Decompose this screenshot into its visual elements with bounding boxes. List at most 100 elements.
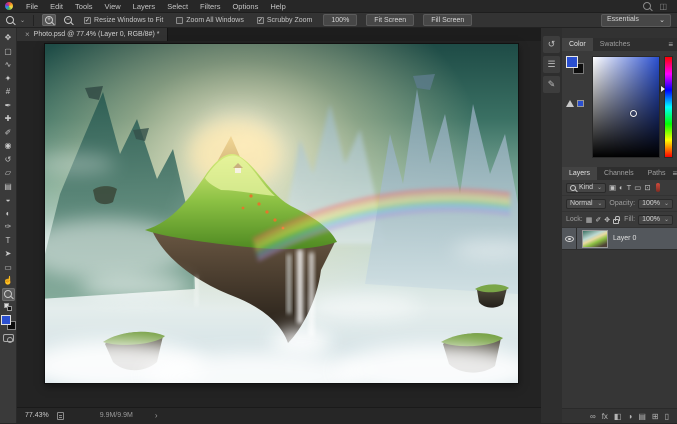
filter-shape-layers-icon[interactable]: ▭ [634,183,641,192]
blur-tool[interactable]: ◒ [2,193,15,207]
zoom-in-button[interactable]: + [42,14,56,26]
delete-layer-icon[interactable]: ▯ [665,409,669,424]
checkbox-box[interactable] [257,17,264,24]
tab-channels[interactable]: Channels [597,167,641,180]
chevron-down-icon: ⌄ [664,216,669,223]
workspace-switcher[interactable]: Essentials ⌄ [601,14,671,27]
status-options-arrow-icon[interactable]: › [155,411,158,420]
checkbox-label: Resize Windows to Fit [94,17,163,24]
foreground-color-swatch[interactable] [1,315,11,325]
type-tool[interactable]: T [2,234,15,248]
add-layer-mask-icon[interactable]: ◧ [614,409,622,424]
eyedropper-tool[interactable]: ✒ [2,99,15,113]
filter-pixel-layers-icon[interactable]: ▣ [609,183,616,192]
panel-menu-icon[interactable]: ≡ [668,38,677,51]
tab-swatches[interactable]: Swatches [593,38,637,51]
zoom-level-field[interactable]: 77.43% [25,412,49,419]
fit-screen-button[interactable]: Fit Screen [366,14,414,26]
panel-menu-icon[interactable]: ≡ [673,167,677,180]
tab-color[interactable]: Color [562,38,593,51]
quick-selection-tool[interactable]: ✦ [2,72,15,86]
new-layer-icon[interactable]: ⊞ [652,409,659,424]
eraser-tool[interactable]: ▱ [2,166,15,180]
menu-layers[interactable]: Layers [127,0,162,13]
clone-stamp-tool[interactable]: ◉ [2,139,15,153]
visibility-toggle[interactable] [562,228,577,250]
filter-kind-select[interactable]: Kind ⌄ [566,183,606,193]
layer-row[interactable]: Layer 0 [562,228,677,250]
layers-panel-tabs: Layers Channels Paths ≡ [562,167,677,180]
opacity-select[interactable]: 100% ⌄ [638,199,673,209]
tab-layers[interactable]: Layers [562,167,597,180]
menu-options[interactable]: Options [226,0,264,13]
checkbox-box[interactable] [84,17,91,24]
fill-select[interactable]: 100% ⌄ [638,215,673,225]
resize-windows-to-fit-checkbox[interactable]: Resize Windows to Fit [84,17,163,24]
path-selection-tool[interactable]: ➤ [2,247,15,261]
new-group-icon[interactable]: ▤ [638,409,646,424]
lock-pixels-icon[interactable]: ✐ [595,216,601,224]
filter-type-layers-icon[interactable]: T [627,183,632,192]
layer-effects-icon[interactable]: fx [602,409,608,424]
gradient-tool[interactable]: ▤ [2,180,15,194]
hand-tool[interactable]: ☝ [2,274,15,288]
color-picker-cursor[interactable] [630,110,637,117]
lock-row: Lock: ▦ ✐ ✥ Fill: 100% ⌄ [562,212,677,228]
filter-adjustment-layers-icon[interactable]: ◐ [619,183,624,192]
blend-mode-select[interactable]: Normal ⌄ [566,199,606,209]
move-tool[interactable]: ✥ [2,31,15,45]
zoom-out-button[interactable]: − [61,14,75,26]
web-safe-color-icon[interactable] [577,100,584,107]
zoom-100-button[interactable]: 100% [323,14,357,26]
crop-tool[interactable]: # [2,85,15,99]
brush-tool[interactable]: ✐ [2,126,15,140]
filter-smart-objects-icon[interactable]: ⊡ [644,183,650,192]
color-picker-field[interactable] [592,56,660,158]
search-icon[interactable] [643,2,651,10]
layer-thumbnail[interactable] [582,230,608,248]
history-panel-icon[interactable]: ↺ [543,36,560,53]
new-adjustment-layer-icon[interactable]: ◑ [627,409,632,424]
menu-file[interactable]: File [20,0,44,13]
hue-slider-marker[interactable] [661,86,665,92]
healing-brush-tool[interactable]: ✚ [2,112,15,126]
properties-panel-icon[interactable]: ☰ [543,56,560,73]
filter-pin-toggle[interactable] [656,183,660,192]
lock-all-icon[interactable] [613,219,619,224]
menu-view[interactable]: View [99,0,127,13]
rectangular-marquee-tool[interactable]: ▢ [2,45,15,59]
menu-edit[interactable]: Edit [44,0,69,13]
menu-tools[interactable]: Tools [69,0,99,13]
lock-position-icon[interactable]: ✥ [604,216,610,224]
quick-mask-icon[interactable] [3,334,14,342]
gamut-warning-icon[interactable] [566,100,574,107]
rectangle-tool[interactable]: ▭ [2,261,15,275]
foreground-color-swatch[interactable] [566,56,578,68]
menu-select[interactable]: Select [161,0,194,13]
menu-help[interactable]: Help [264,0,291,13]
dodge-tool[interactable]: ◐ [2,207,15,221]
link-layers-icon[interactable]: ∞ [590,409,596,424]
document-tab[interactable]: × Photo.psd @ 77.4% (Layer 0, RGB/8#) * [17,28,168,41]
menu-filters[interactable]: Filters [194,0,226,13]
pen-tool[interactable]: ✑ [2,220,15,234]
tool-preset-caret-icon[interactable]: ⌄ [20,17,25,24]
hue-slider[interactable] [664,56,673,158]
default-colors-icon[interactable] [4,303,12,311]
libraries-panel-icon[interactable]: ✎ [543,76,560,93]
pasteboard[interactable] [17,41,541,420]
zoom-tool-preset-icon[interactable] [6,16,14,24]
checkbox-box[interactable] [176,17,183,24]
lock-transparency-icon[interactable]: ▦ [586,216,593,224]
tool-glyph: ☝ [3,274,13,287]
scrubby-zoom-checkbox[interactable]: Scrubby Zoom [257,17,313,24]
zoom-all-windows-checkbox[interactable]: Zoom All Windows [176,17,244,24]
history-brush-tool[interactable]: ↺ [2,153,15,167]
canvas-image[interactable] [45,44,518,383]
zoom-tool[interactable] [2,288,15,302]
fill-screen-button[interactable]: Fill Screen [423,14,472,26]
close-icon[interactable]: × [25,30,30,39]
tab-paths[interactable]: Paths [641,167,673,180]
lasso-tool[interactable]: ∿ [2,58,15,72]
workspace-layout-icon[interactable]: ◫ [659,2,667,11]
